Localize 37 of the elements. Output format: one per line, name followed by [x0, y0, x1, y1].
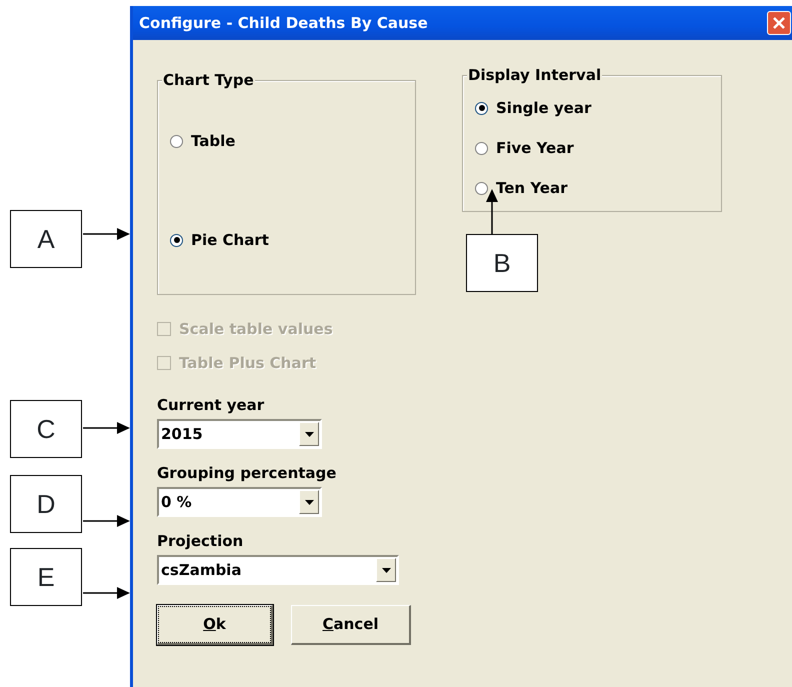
callout-label: B — [466, 234, 538, 292]
dropdown-field[interactable]: 0 % — [157, 487, 322, 517]
callout-arrow — [83, 515, 130, 527]
close-icon — [772, 16, 786, 30]
caret-icon — [304, 432, 314, 436]
callout-arrow — [83, 228, 130, 240]
close-button[interactable] — [767, 11, 791, 35]
radio-option[interactable]: Table — [170, 131, 236, 151]
radio-button[interactable] — [475, 142, 488, 154]
dropdown-button[interactable] — [299, 490, 319, 514]
callout-arrow — [83, 587, 130, 599]
field-label: Current year — [157, 395, 264, 415]
callout-arrow — [486, 189, 498, 234]
dialog-button[interactable]: Cancel — [291, 605, 411, 645]
callout-label: D — [10, 475, 82, 533]
radio-button[interactable] — [475, 182, 488, 194]
dropdown-field[interactable]: csZambia — [157, 555, 399, 585]
callout-label: E — [10, 548, 82, 606]
radio-button[interactable] — [475, 102, 488, 114]
dropdown-field[interactable]: 2015 — [157, 419, 322, 449]
radio-option[interactable]: Pie Chart — [170, 230, 269, 250]
dropdown-button[interactable] — [376, 558, 396, 582]
field-label: Grouping percentage — [157, 463, 336, 483]
radio-option[interactable]: Ten Year — [475, 178, 568, 198]
radio-button[interactable] — [170, 134, 183, 148]
callout-label: C — [10, 400, 82, 458]
dialog-button[interactable]: Ok — [157, 605, 273, 645]
dropdown-button[interactable] — [299, 422, 319, 446]
radio-option[interactable]: Single year — [475, 98, 592, 118]
radio-button[interactable] — [170, 234, 183, 246]
field-label: Projection — [157, 531, 244, 551]
callout-arrow — [83, 422, 130, 434]
radio-option[interactable]: Five Year — [475, 138, 574, 158]
callout-label: A — [10, 210, 82, 268]
caret-icon — [304, 500, 314, 504]
caret-icon — [382, 568, 390, 572]
window-title: Configure - Child Deaths By Cause — [139, 12, 428, 34]
